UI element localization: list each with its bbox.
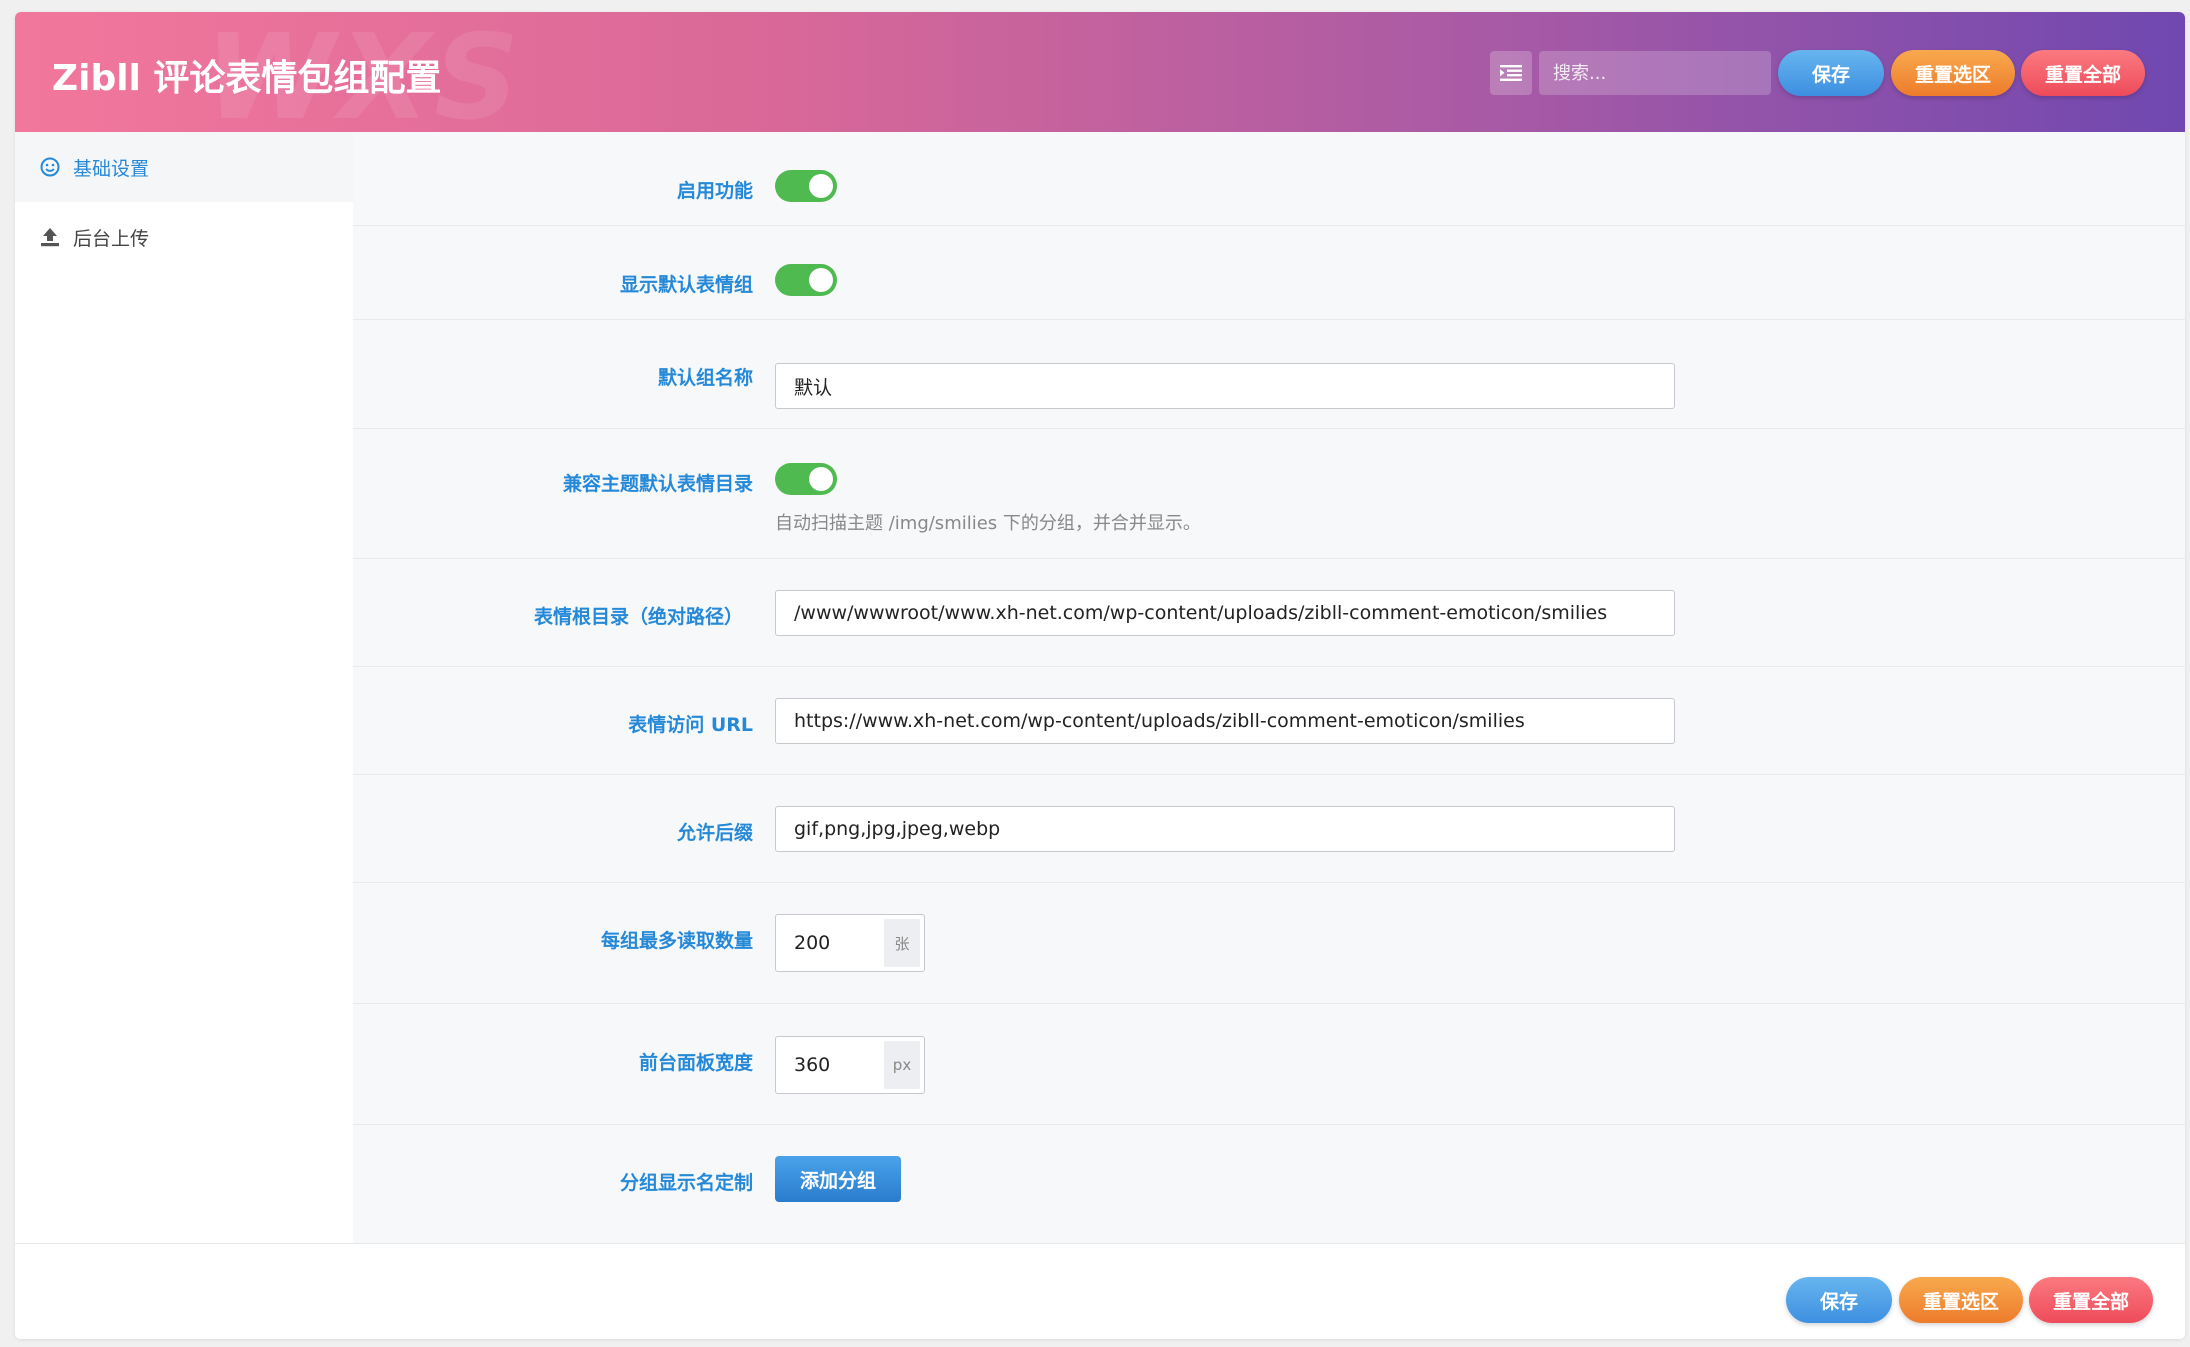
field-label: 分组显示名定制	[619, 1172, 753, 1194]
max-per-group-input[interactable]	[776, 915, 882, 971]
options-panel: WXS Zibll 评论表情包组配置 保存 重置选区 重置全部	[15, 12, 2185, 1339]
footer-reset-all-button[interactable]: 重置全部	[2029, 1277, 2153, 1323]
switch-knob	[809, 268, 833, 292]
smile-icon	[39, 156, 61, 178]
field-row-enable: 启用功能	[353, 132, 2185, 226]
field-label: 允许后缀	[676, 822, 753, 844]
sidebar-item-backend-upload[interactable]: 后台上传	[15, 202, 353, 272]
field-row-extensions: 允许后缀	[353, 775, 2185, 883]
field-label: 启用功能	[676, 180, 753, 202]
header-bar: WXS Zibll 评论表情包组配置 保存 重置选区 重置全部	[15, 12, 2185, 136]
unit-label: 张	[884, 919, 920, 967]
compat-theme-switch[interactable]	[775, 463, 837, 495]
field-row-root-dir: 表情根目录（绝对路径）	[353, 559, 2185, 667]
switch-knob	[809, 174, 833, 198]
field-row-default-name: 默认组名称	[353, 320, 2185, 429]
toggle-nav-button[interactable]	[1490, 51, 1532, 95]
panel-width-field: px	[775, 1036, 925, 1094]
field-row-show-default: 显示默认表情组	[353, 226, 2185, 320]
field-row-max-per-group: 每组最多读取数量 张	[353, 883, 2185, 1004]
url-input[interactable]	[775, 698, 1675, 744]
save-button[interactable]: 保存	[1778, 50, 1884, 96]
panel-width-input[interactable]	[776, 1037, 882, 1093]
unit-label: px	[884, 1041, 920, 1089]
field-description: 自动扫描主题 /img/smilies 下的分组，并合并显示。	[775, 513, 1201, 534]
list-indent-icon	[1500, 65, 1522, 81]
field-label: 每组最多读取数量	[600, 930, 753, 952]
field-label: 显示默认表情组	[619, 274, 753, 296]
search-input[interactable]	[1539, 51, 1771, 95]
show-default-switch[interactable]	[775, 264, 837, 296]
sidebar-item-label: 后台上传	[73, 227, 150, 250]
sidebar-nav: 基础设置 后台上传	[15, 132, 353, 1243]
field-label: 默认组名称	[657, 367, 753, 389]
root-dir-input[interactable]	[775, 590, 1675, 636]
reset-section-button[interactable]: 重置选区	[1891, 50, 2015, 96]
extensions-input[interactable]	[775, 806, 1675, 852]
sidebar-item-label: 基础设置	[73, 157, 150, 180]
field-row-url: 表情访问 URL	[353, 667, 2185, 775]
default-name-input[interactable]	[775, 363, 1675, 409]
field-label: 表情根目录（绝对路径）	[533, 606, 743, 628]
field-label: 表情访问 URL	[628, 714, 753, 736]
field-row-compat-theme: 兼容主题默认表情目录 自动扫描主题 /img/smilies 下的分组，并合并显…	[353, 429, 2185, 559]
max-per-group-field: 张	[775, 914, 925, 972]
field-row-group-names: 分组显示名定制 添加分组	[353, 1125, 2185, 1243]
enable-switch[interactable]	[775, 170, 837, 202]
switch-knob	[809, 467, 833, 491]
field-row-panel-width: 前台面板宽度 px	[353, 1004, 2185, 1125]
add-group-button[interactable]: 添加分组	[775, 1156, 901, 1202]
footer-reset-section-button[interactable]: 重置选区	[1899, 1277, 2023, 1323]
reset-all-button[interactable]: 重置全部	[2021, 50, 2145, 96]
footer-save-button[interactable]: 保存	[1786, 1277, 1892, 1323]
footer-bar: 保存 重置选区 重置全部	[15, 1243, 2185, 1339]
upload-icon	[39, 226, 61, 248]
field-label: 前台面板宽度	[638, 1052, 753, 1074]
field-label: 兼容主题默认表情目录	[562, 473, 753, 495]
sidebar-item-basic-settings[interactable]: 基础设置	[15, 132, 353, 202]
settings-form: 启用功能 显示默认表情组 默认组名称 兼容主题默认表情目录 自动扫描主题 /im…	[353, 132, 2185, 1243]
page-title: Zibll 评论表情包组配置	[52, 58, 442, 99]
